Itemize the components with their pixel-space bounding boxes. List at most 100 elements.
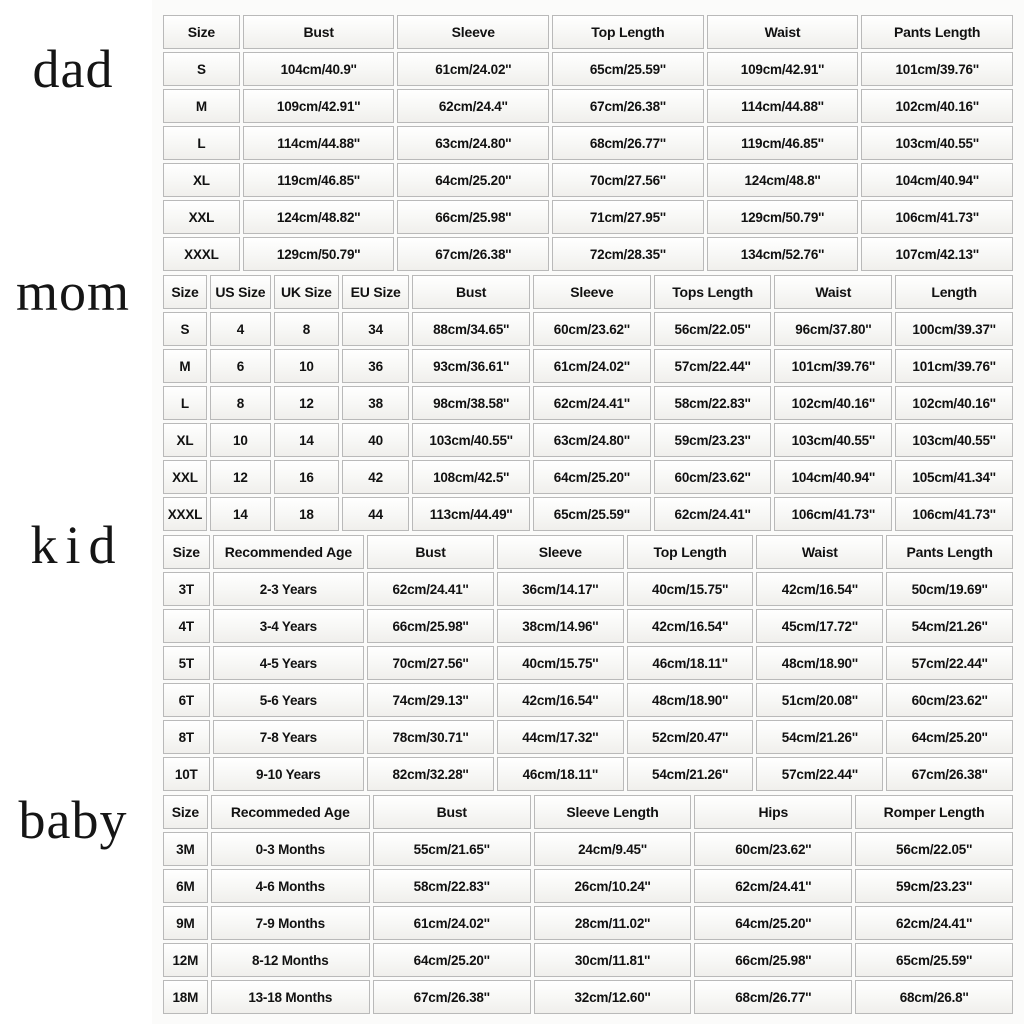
size-chart-page: dad mom kid baby Size Bust Sleeve Top Le…	[0, 0, 1024, 1024]
table-head: Size Bust Sleeve Top Length Waist Pants …	[163, 15, 1013, 49]
cell-value: 24cm/9.45''	[533, 832, 692, 866]
column-header: Top Length	[626, 535, 754, 569]
table-row: 12M 8-12 Months 64cm/25.20'' 30cm/11.81'…	[163, 943, 1013, 977]
cell-size: XXL	[163, 460, 207, 494]
table-row: XXL 124cm/48.82'' 66cm/25.98'' 71cm/27.9…	[163, 200, 1013, 234]
cell-value: 102cm/40.16''	[774, 386, 893, 420]
cell-value: 71cm/27.95''	[552, 200, 704, 234]
table-head: Size Recommeded Age Bust Sleeve Length H…	[163, 795, 1013, 829]
cell-value: 50cm/19.69''	[886, 572, 1013, 606]
column-header: Bust	[372, 795, 531, 829]
column-header: Recommeded Age	[210, 795, 370, 829]
column-header: UK Size	[273, 275, 339, 309]
cell-value: 103cm/40.55''	[895, 423, 1013, 457]
cell-size: M	[163, 349, 207, 383]
cell-value: 103cm/40.55''	[412, 423, 530, 457]
cell-value: 55cm/21.65''	[372, 832, 531, 866]
cell-value: 124cm/48.82''	[242, 200, 395, 234]
column-header: Hips	[694, 795, 853, 829]
cell-age: 5-6 Years	[212, 683, 365, 717]
column-header: Pants Length	[861, 15, 1013, 49]
cell-value: 113cm/44.49''	[412, 497, 530, 531]
table-row: XXXL 14 18 44 113cm/44.49'' 65cm/25.59''…	[163, 497, 1013, 531]
cell-value: 109cm/42.91''	[242, 89, 395, 123]
table-row: 3M 0-3 Months 55cm/21.65'' 24cm/9.45'' 6…	[163, 832, 1013, 866]
group-label-mom: mom	[15, 262, 130, 322]
cell-value: 88cm/34.65''	[412, 312, 530, 346]
cell-age: 4-5 Years	[212, 646, 365, 680]
cell-value: 57cm/22.44''	[756, 757, 884, 791]
cell-value: 63cm/24.80''	[397, 126, 550, 160]
size-table-baby: Size Recommeded Age Bust Sleeve Length H…	[160, 792, 1016, 1017]
cell-value: 61cm/24.02''	[397, 52, 550, 86]
cell-value: 101cm/39.76''	[861, 52, 1013, 86]
cell-size: XXXL	[163, 237, 240, 271]
cell-value: 66cm/25.98''	[367, 609, 494, 643]
column-header: US Size	[209, 275, 271, 309]
cell-value: 62cm/24.41''	[367, 572, 494, 606]
cell-value: 78cm/30.71''	[367, 720, 494, 754]
group-label-column: dad mom kid baby	[0, 0, 152, 1024]
cell-value: 8	[209, 386, 271, 420]
cell-value: 62cm/24.41''	[653, 497, 772, 531]
cell-value: 66cm/25.98''	[694, 943, 853, 977]
cell-value: 56cm/22.05''	[653, 312, 772, 346]
cell-value: 66cm/25.98''	[397, 200, 550, 234]
column-header: Sleeve	[496, 535, 624, 569]
table-row: 5T 4-5 Years 70cm/27.56'' 40cm/15.75'' 4…	[163, 646, 1013, 680]
cell-size: 18M	[163, 980, 208, 1014]
table-row: 6M 4-6 Months 58cm/22.83'' 26cm/10.24'' …	[163, 869, 1013, 903]
cell-value: 107cm/42.13''	[861, 237, 1013, 271]
table-row: 9M 7-9 Months 61cm/24.02'' 28cm/11.02'' …	[163, 906, 1013, 940]
table-header-row: Size US Size UK Size EU Size Bust Sleeve…	[163, 275, 1013, 309]
cell-value: 62cm/24.41''	[855, 906, 1013, 940]
cell-value: 68cm/26.77''	[552, 126, 704, 160]
cell-value: 114cm/44.88''	[242, 126, 395, 160]
cell-size: L	[163, 126, 240, 160]
cell-age: 3-4 Years	[212, 609, 365, 643]
cell-size: 9M	[163, 906, 208, 940]
cell-value: 60cm/23.62''	[886, 683, 1013, 717]
table-row: 6T 5-6 Years 74cm/29.13'' 42cm/16.54'' 4…	[163, 683, 1013, 717]
table-body: S 4 8 34 88cm/34.65'' 60cm/23.62'' 56cm/…	[163, 312, 1013, 531]
cell-value: 61cm/24.02''	[372, 906, 531, 940]
cell-value: 56cm/22.05''	[855, 832, 1013, 866]
cell-size: XXL	[163, 200, 240, 234]
cell-value: 57cm/22.44''	[886, 646, 1013, 680]
cell-value: 16	[273, 460, 339, 494]
cell-value: 104cm/40.94''	[774, 460, 893, 494]
cell-value: 42	[341, 460, 410, 494]
column-header: Bust	[412, 275, 530, 309]
cell-value: 18	[273, 497, 339, 531]
cell-value: 60cm/23.62''	[694, 832, 853, 866]
cell-value: 124cm/48.8''	[706, 163, 859, 197]
cell-value: 64cm/25.20''	[397, 163, 550, 197]
size-table-baby-wrapper: Size Recommeded Age Bust Sleeve Length H…	[160, 792, 1016, 1017]
cell-age: 9-10 Years	[212, 757, 365, 791]
table-row: XXL 12 16 42 108cm/42.5'' 64cm/25.20'' 6…	[163, 460, 1013, 494]
table-row: 3T 2-3 Years 62cm/24.41'' 36cm/14.17'' 4…	[163, 572, 1013, 606]
cell-value: 52cm/20.47''	[626, 720, 754, 754]
cell-value: 32cm/12.60''	[533, 980, 692, 1014]
cell-value: 119cm/46.85''	[242, 163, 395, 197]
cell-value: 54cm/21.26''	[626, 757, 754, 791]
cell-size: S	[163, 312, 207, 346]
cell-value: 104cm/40.9''	[242, 52, 395, 86]
table-body: S 104cm/40.9'' 61cm/24.02'' 65cm/25.59''…	[163, 52, 1013, 271]
cell-size: 12M	[163, 943, 208, 977]
cell-age: 2-3 Years	[212, 572, 365, 606]
column-header: Sleeve Length	[533, 795, 692, 829]
column-header: Bust	[242, 15, 395, 49]
cell-value: 102cm/40.16''	[861, 89, 1013, 123]
cell-value: 36	[341, 349, 410, 383]
cell-value: 64cm/25.20''	[694, 906, 853, 940]
cell-value: 67cm/26.38''	[552, 89, 704, 123]
cell-value: 30cm/11.81''	[533, 943, 692, 977]
cell-size: 3T	[163, 572, 210, 606]
cell-value: 14	[273, 423, 339, 457]
cell-value: 129cm/50.79''	[242, 237, 395, 271]
cell-value: 74cm/29.13''	[367, 683, 494, 717]
column-header: Recommended Age	[212, 535, 365, 569]
cell-size: 5T	[163, 646, 210, 680]
table-body: 3T 2-3 Years 62cm/24.41'' 36cm/14.17'' 4…	[163, 572, 1013, 791]
